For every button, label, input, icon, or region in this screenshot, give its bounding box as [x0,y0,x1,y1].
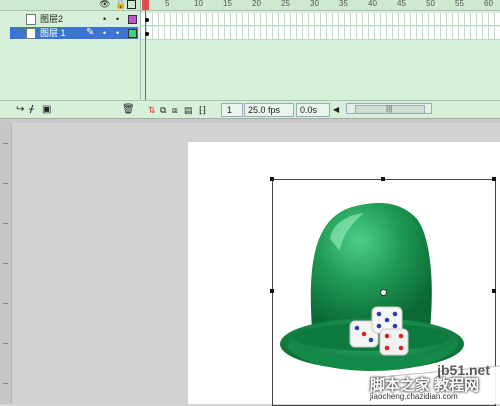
lock-dot[interactable]: • [116,27,119,39]
ruler-tick: 55 [455,0,464,8]
eye-icon[interactable]: 👁 [99,0,110,9]
visibility-dot[interactable]: • [103,27,106,39]
layer-name: 图层2 [40,14,64,24]
current-frame: 1 [227,105,233,115]
ruler-tick: 25 [281,0,290,8]
lock-icon[interactable]: 🔒 [115,0,126,9]
timeline-status-bar: ⇅ ⧉ ⧈ ▤ ⁅⁆ 1 25.0 fps 0.0s ◀ [141,100,500,119]
visibility-dot[interactable]: • [103,13,106,25]
add-layer-icon[interactable]: ↪ [16,104,24,115]
layer-icon [26,14,36,25]
ruler-tick: 45 [397,0,406,8]
layer-color-swatch[interactable] [128,29,137,38]
layer-header: 👁 🔒 [0,0,140,11]
transform-center-point[interactable] [380,289,387,296]
ruler-tick: 60 [484,0,493,8]
ruler-tick: 50 [426,0,435,8]
modify-markers-icon[interactable]: ⁅⁆ [199,104,206,116]
transform-handle[interactable] [381,177,385,181]
ruler-tick: 10 [194,0,203,8]
timeline-panel: 👁 🔒 图层2 • • 图层 1 ✎ • • ↪ ᚋ ▣ 🗑 5 10 15 2… [0,0,500,119]
ruler-tick: 30 [310,0,319,8]
edit-multiple-icon[interactable]: ▤ [184,104,193,116]
keyframe-dot[interactable] [145,32,149,36]
layer-color-swatch[interactable] [128,15,137,24]
add-folder-icon[interactable]: ▣ [42,104,51,115]
center-frame-icon[interactable]: ⇅ [148,104,156,116]
pencil-icon: ✎ [86,27,95,38]
ruler-tick: 20 [252,0,261,8]
tools-strip [0,123,12,404]
watermark-url: jiaocheng.chazidian.com [370,392,458,401]
ruler-tick: 40 [368,0,377,8]
trash-icon[interactable]: 🗑 [122,104,135,115]
timeline-scrollbar[interactable]: ||| [346,103,432,114]
watermark: jb51.net 脚本之家 教程网 jiaocheng.chazidian.co… [360,360,500,404]
layer-icon [26,28,36,39]
ruler-tick: 5 [165,0,170,8]
frame-row[interactable] [141,27,500,40]
transform-handle[interactable] [270,177,274,181]
scrollbar-grip-icon: ||| [386,104,393,113]
layer-name: 图层 1 [40,28,66,38]
scrollbar-thumb[interactable]: ||| [355,104,425,114]
elapsed-time: 0.0s [300,105,318,115]
layer-panel: 👁 🔒 图层2 • • 图层 1 ✎ • • [0,0,141,100]
onion-skin-icon[interactable]: ⧉ [160,104,166,116]
frames-grid[interactable] [141,11,500,100]
ruler-tick: 15 [223,0,232,8]
scroll-left-icon[interactable]: ◀ [333,104,339,116]
transform-handle[interactable] [270,289,274,293]
onion-outline-icon[interactable]: ⧈ [172,104,178,116]
keyframe-dot[interactable] [145,18,149,22]
ruler-tick: 35 [339,0,348,8]
frame-ruler[interactable]: 5 10 15 20 25 30 35 40 45 50 55 60 [141,0,500,11]
fps-value: 25.0 fps [248,105,281,115]
lock-dot[interactable]: • [116,13,119,25]
add-guide-icon[interactable]: ᚋ [29,104,34,115]
transform-handle[interactable] [492,289,496,293]
layer-tools: ↪ ᚋ ▣ 🗑 [0,100,140,119]
transform-handle[interactable] [492,177,496,181]
layer-row-1[interactable]: 图层 1 ✎ • • [10,27,138,39]
frame-row[interactable] [141,13,500,26]
layer-row-2[interactable]: 图层2 • • [10,13,138,25]
outline-icon[interactable] [127,0,136,9]
